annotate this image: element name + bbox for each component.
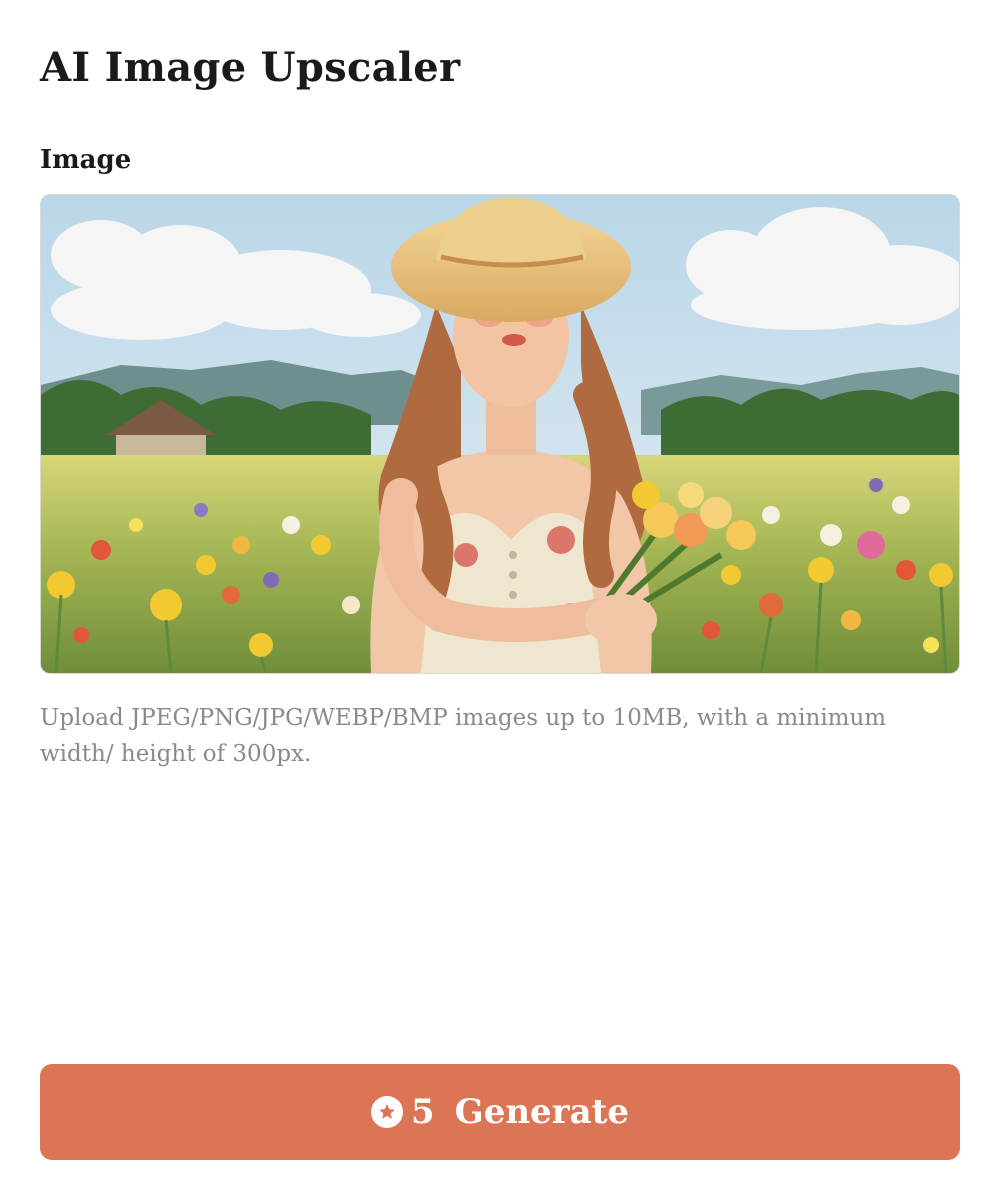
uploaded-image-preview[interactable] bbox=[40, 194, 960, 674]
image-field-label: Image bbox=[40, 145, 132, 175]
generate-button[interactable]: 5 Generate bbox=[40, 1064, 960, 1160]
credit-cost: 5 bbox=[411, 1092, 435, 1132]
generate-button-label: Generate bbox=[454, 1092, 629, 1132]
star-circle-icon bbox=[371, 1096, 403, 1128]
page-title: AI Image Upscaler bbox=[40, 44, 461, 91]
preview-illustration bbox=[41, 195, 959, 673]
upload-requirements-hint: Upload JPEG/PNG/JPG/WEBP/BMP images up t… bbox=[40, 705, 887, 767]
